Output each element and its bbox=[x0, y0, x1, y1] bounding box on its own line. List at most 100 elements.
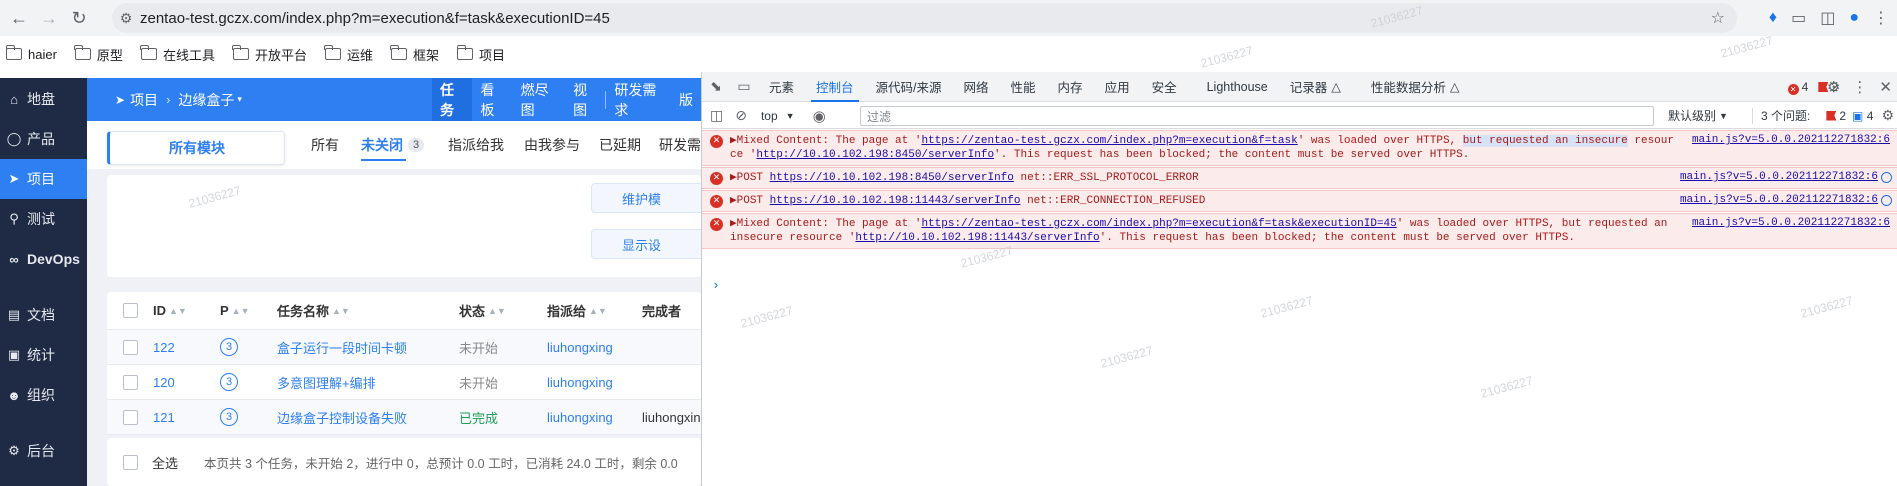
message-link[interactable]: http://10.10.102.198:8450/serverInfo bbox=[756, 149, 994, 161]
footer-select-all-checkbox[interactable] bbox=[123, 454, 138, 470]
sidebar-item-org[interactable]: ☻ 组织 bbox=[0, 375, 87, 415]
breadcrumb-current[interactable]: 边缘盒子 ▾ bbox=[178, 90, 242, 110]
address-bar[interactable]: ⚙ zentao-test.gczx.com/index.php?m=execu… bbox=[112, 3, 1737, 33]
message-link[interactable]: http://10.10.102.198:11443/serverInfo bbox=[855, 232, 1099, 244]
tab-view[interactable]: 视图 bbox=[565, 78, 605, 121]
console-error-message[interactable]: ✕ ▶POST https://10.10.102.198:11443/serv… bbox=[702, 190, 1897, 212]
forward-icon[interactable]: → bbox=[34, 3, 64, 33]
devtools-tab-security[interactable]: 安全 bbox=[1141, 72, 1188, 102]
tab-story[interactable]: 研发需求 bbox=[606, 78, 671, 121]
source-link[interactable]: main.js?v=5.0.0.202112271832:6 bbox=[1692, 217, 1890, 229]
network-globe-icon[interactable] bbox=[1881, 195, 1892, 206]
task-assignee[interactable]: liuhongxing bbox=[547, 400, 613, 434]
console-error-message[interactable]: ✕ ▶POST https://10.10.102.198:8450/serve… bbox=[702, 167, 1897, 189]
task-id[interactable]: 121 bbox=[153, 400, 175, 434]
header-priority[interactable]: P ▲▼ bbox=[220, 292, 250, 329]
tab-kanban[interactable]: 看板 bbox=[472, 78, 512, 121]
url-text[interactable]: zentao-test.gczx.com/index.php?m=executi… bbox=[140, 10, 610, 27]
display-settings-button[interactable]: 显示设 bbox=[591, 229, 701, 259]
devtools-tab-recorder[interactable]: 记录器 △ bbox=[1279, 72, 1352, 102]
devtools-tab-console[interactable]: 控制台 bbox=[805, 72, 865, 102]
header-status[interactable]: 状态 ▲▼ bbox=[459, 292, 506, 329]
console-prompt-icon[interactable]: › bbox=[712, 278, 720, 293]
filter-assigned-to-me[interactable]: 指派给我 bbox=[448, 121, 504, 169]
row-checkbox[interactable] bbox=[123, 330, 138, 364]
devtools-tab-lighthouse[interactable]: Lighthouse bbox=[1196, 72, 1279, 102]
sidebar-item-admin[interactable]: ⚙ 后台 bbox=[0, 431, 87, 471]
inspect-element-icon[interactable]: ⬊ bbox=[702, 72, 730, 102]
source-link[interactable]: main.js?v=5.0.0.202112271832:6 bbox=[1680, 194, 1878, 206]
source-link[interactable]: main.js?v=5.0.0.202112271832:6 bbox=[1680, 171, 1878, 183]
menu-kebab-icon[interactable]: ⋮ bbox=[1873, 8, 1889, 28]
message-link[interactable]: https://10.10.102.198:8450/serverInfo bbox=[770, 172, 1014, 184]
header-id[interactable]: ID ▲▼ bbox=[153, 292, 187, 329]
bookmark-open-platform[interactable]: 开放平台 bbox=[232, 45, 307, 64]
tab-task[interactable]: 任务 bbox=[432, 78, 473, 121]
task-id[interactable]: 122 bbox=[153, 330, 175, 364]
message-link[interactable]: https://zentao-test.gczx.com/index.php?m… bbox=[921, 135, 1297, 147]
devtools-tab-performance[interactable]: 性能 bbox=[1000, 72, 1047, 102]
message-link[interactable]: https://10.10.102.198:11443/serverInfo bbox=[770, 195, 1021, 207]
settings-gear-icon[interactable]: ⚙ bbox=[1827, 78, 1840, 96]
network-globe-icon[interactable] bbox=[1881, 172, 1892, 183]
bookmark-ops[interactable]: 运维 bbox=[324, 45, 373, 64]
log-level-selector[interactable]: 默认级别 ▼ bbox=[1668, 107, 1728, 124]
filter-unclosed[interactable]: 未关闭 3 bbox=[361, 121, 425, 169]
console-error-message[interactable]: ✕ ▶Mixed Content: The page at 'https://z… bbox=[702, 213, 1897, 249]
tab-build[interactable]: 版 bbox=[671, 78, 701, 121]
console-filter-input[interactable]: 过滤 bbox=[860, 106, 1654, 126]
bookmark-prototype[interactable]: 原型 bbox=[74, 45, 123, 64]
devtools-tab-network[interactable]: 网络 bbox=[953, 72, 1000, 102]
site-info-icon[interactable]: ⚙ bbox=[112, 10, 140, 27]
devtools-tab-application[interactable]: 应用 bbox=[1094, 72, 1141, 102]
task-name-link[interactable]: 边缘盒子控制设备失败 bbox=[277, 400, 407, 434]
bookmark-framework[interactable]: 框架 bbox=[390, 45, 439, 64]
filter-all[interactable]: 所有 bbox=[311, 121, 339, 169]
sidebar-item-devops[interactable]: ∞ DevOps bbox=[0, 239, 87, 279]
extension-icon[interactable]: ♦ bbox=[1769, 9, 1777, 27]
sidebar-item-test[interactable]: ⚲ 测试 bbox=[0, 199, 87, 239]
devtools-tab-memory[interactable]: 内存 bbox=[1047, 72, 1094, 102]
header-finisher[interactable]: 完成者 bbox=[642, 292, 681, 329]
error-count-badge[interactable]: ✕ 4 bbox=[1787, 80, 1808, 95]
issues-summary[interactable]: 3 个问题: 2 ▣ 4 bbox=[1751, 107, 1873, 124]
row-checkbox[interactable] bbox=[123, 400, 138, 434]
module-selector[interactable]: 所有模块 bbox=[107, 131, 285, 165]
bookmark-online-tools[interactable]: 在线工具 bbox=[140, 45, 215, 64]
tab-burndown[interactable]: 燃尽图 bbox=[513, 78, 565, 121]
bookmark-star-icon[interactable]: ☆ bbox=[1711, 8, 1725, 28]
profile-avatar-icon[interactable]: ● bbox=[1849, 9, 1859, 27]
task-assignee[interactable]: liuhongxing bbox=[547, 330, 613, 364]
more-kebab-icon[interactable]: ⋮ bbox=[1852, 78, 1867, 96]
filter-delayed[interactable]: 已延期 bbox=[599, 121, 641, 169]
row-checkbox[interactable] bbox=[123, 365, 138, 399]
sidebar-item-project[interactable]: ➤ 项目 bbox=[0, 159, 87, 199]
header-assignee[interactable]: 指派给 ▲▼ bbox=[547, 292, 607, 329]
task-assignee[interactable]: liuhongxing bbox=[547, 365, 613, 399]
console-error-message[interactable]: ✕ ▶Mixed Content: The page at 'https://z… bbox=[702, 130, 1897, 166]
maintain-module-button[interactable]: 维护模 bbox=[591, 183, 701, 213]
sidebar-item-stats[interactable]: ▣ 统计 bbox=[0, 335, 87, 375]
select-all-checkbox[interactable] bbox=[123, 292, 138, 329]
header-task-name[interactable]: 任务名称 ▲▼ bbox=[277, 292, 350, 329]
back-icon[interactable]: ← bbox=[4, 3, 34, 33]
sidebar-toggle-icon[interactable]: ◫ bbox=[710, 107, 723, 124]
filter-story[interactable]: 研发需 bbox=[659, 121, 701, 169]
clear-console-icon[interactable]: ⊘ bbox=[735, 107, 747, 124]
sidebar-item-product[interactable]: ◯ 产品 bbox=[0, 119, 87, 159]
devtools-tab-sources[interactable]: 源代码/来源 bbox=[865, 72, 953, 102]
bookmark-haier[interactable]: haier bbox=[5, 45, 57, 62]
bookmark-project[interactable]: 项目 bbox=[456, 45, 505, 64]
extensions-puzzle-icon[interactable]: ▭ bbox=[1791, 8, 1806, 28]
devtools-tab-perf-insights[interactable]: 性能数据分析 △ bbox=[1360, 72, 1471, 102]
eye-icon[interactable]: ◉ bbox=[813, 107, 826, 125]
task-id[interactable]: 120 bbox=[153, 365, 175, 399]
context-selector[interactable]: top ▼ bbox=[761, 109, 795, 123]
task-name-link[interactable]: 多意图理解+编排 bbox=[277, 365, 376, 399]
message-link[interactable]: https://zentao-test.gczx.com/index.php?m… bbox=[921, 218, 1396, 230]
breadcrumb-root[interactable]: ➤ 项目 bbox=[115, 90, 158, 110]
filter-involved[interactable]: 由我参与 bbox=[524, 121, 580, 169]
device-toolbar-icon[interactable]: ▭ bbox=[730, 72, 758, 102]
console-settings-gear-icon[interactable]: ⚙ bbox=[1881, 107, 1894, 124]
devtools-tab-elements[interactable]: 元素 bbox=[758, 72, 805, 102]
